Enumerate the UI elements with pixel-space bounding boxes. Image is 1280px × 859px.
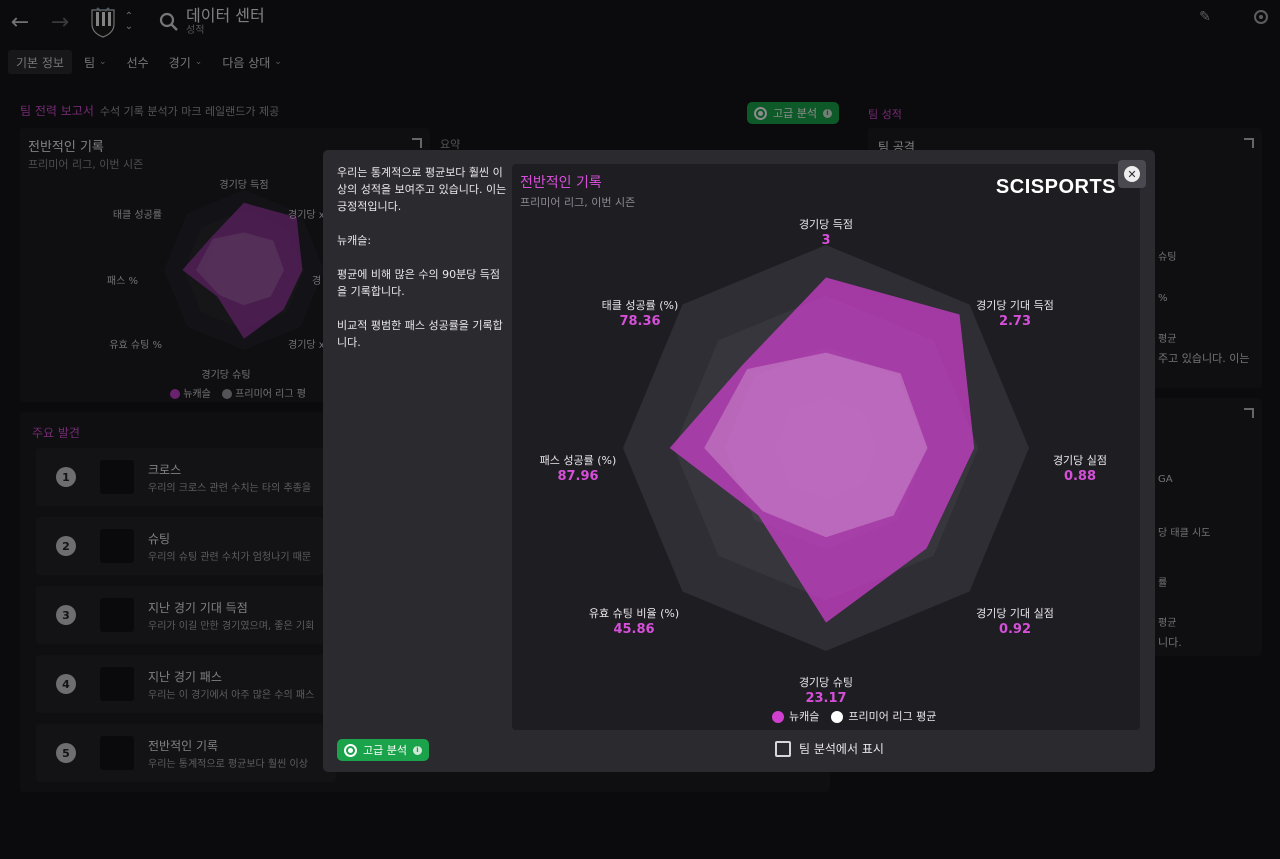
legend-item-league[interactable]: 프리미어 리그 평균 (831, 708, 936, 724)
info-icon: i (412, 745, 422, 755)
close-icon: ✕ (1124, 166, 1140, 182)
desc-paragraph: 평균에 비해 많은 수의 90분당 득점을 기록합니다. (337, 268, 501, 298)
desc-paragraph: 뉴캐슬: (337, 234, 372, 247)
legend-item-team[interactable]: 뉴캐슬 (772, 708, 819, 724)
overall-record-modal: 우리는 통계적으로 평균보다 훨씬 이상의 성적을 보여주고 있습니다. 이는 … (323, 150, 1155, 772)
axis-value: 2.73 (999, 314, 1031, 329)
advanced-label: 고급 분석 (363, 744, 407, 757)
close-button[interactable]: ✕ (1118, 160, 1146, 188)
target-icon (344, 743, 357, 757)
axis-value: 0.88 (1064, 469, 1096, 484)
chart-legend: 뉴캐슬 프리미어 리그 평균 (772, 708, 936, 724)
axis-label: 경기당 기대 실점 (976, 607, 1054, 620)
show-in-team-analysis-label: 팀 분석에서 표시 (799, 742, 884, 756)
modal-description: 우리는 통계적으로 평균보다 훨씬 이상의 성적을 보여주고 있습니다. 이는 … (337, 164, 507, 368)
legend-dot (772, 711, 784, 723)
axis-label: 태클 성공률 (%) (602, 299, 679, 312)
desc-paragraph: 비교적 평범한 패스 성공률을 기록합니다. (337, 319, 503, 349)
legend-dot (831, 711, 844, 723)
show-in-team-analysis[interactable]: 팀 분석에서 표시 (775, 740, 884, 757)
axis-label: 경기당 실점 (1053, 454, 1107, 467)
radar-chart-panel: 전반적인 기록 프리미어 리그, 이번 시즌 SCISPORTS 경기당 득점 3… (512, 164, 1140, 730)
advanced-analysis-button[interactable]: 고급 분석 i (337, 739, 429, 761)
axis-value: 87.96 (557, 469, 598, 484)
axis-value: 3 (821, 233, 830, 248)
legend-label: 프리미어 리그 평균 (848, 710, 937, 723)
axis-value: 45.86 (613, 622, 654, 637)
radar-chart: 경기당 득점 3 경기당 기대 득점 2.73 경기당 실점 0.88 경기당 기대 실점 0… (540, 218, 1107, 706)
axis-label: 경기당 득점 (799, 218, 853, 231)
axis-label: 경기당 기대 득점 (976, 299, 1054, 312)
axis-value: 23.17 (805, 691, 846, 706)
show-in-team-analysis-checkbox[interactable] (775, 740, 791, 757)
legend-label: 뉴캐슬 (789, 710, 820, 723)
axis-label: 패스 성공률 (%) (540, 454, 617, 467)
desc-paragraph: 우리는 통계적으로 평균보다 훨씬 이상의 성적을 보여주고 있습니다. 이는 … (337, 166, 507, 213)
axis-label: 유효 슈팅 비율 (%) (589, 607, 679, 620)
axis-label: 경기당 슈팅 (799, 676, 853, 689)
axis-value: 0.92 (999, 622, 1031, 637)
axis-value: 78.36 (619, 314, 660, 329)
